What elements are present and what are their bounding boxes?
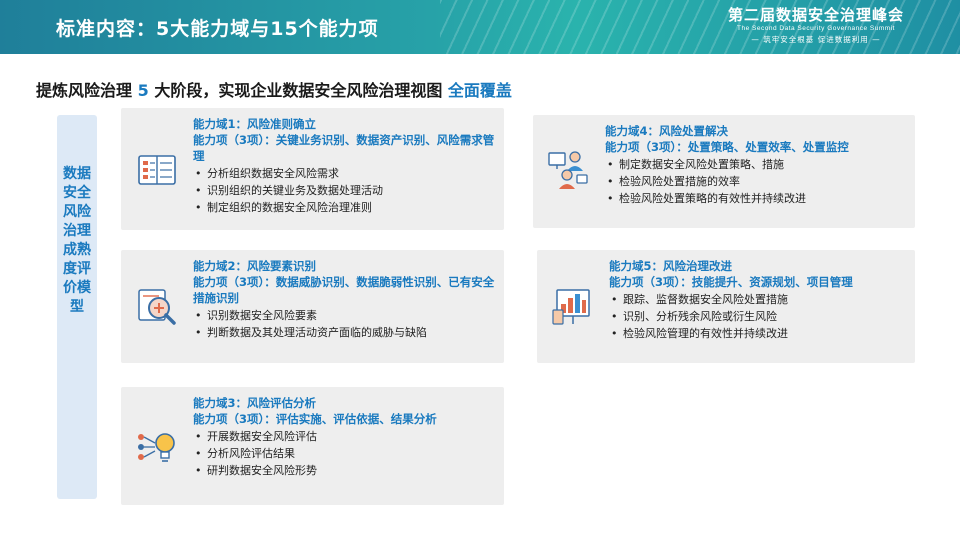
summit-logo: 第二届数据安全治理峰会 The Second Data Security Gov…: [716, 7, 916, 46]
bullet-item: 分析组织数据安全风险需求: [193, 165, 496, 182]
domain-content: 能力域2：风险要素识别 能力项（3项）：数据威胁识别、数据脆弱性识别、已有安全措…: [193, 258, 496, 341]
domain-bullets: 制定数据安全风险处置策略、措施 检验风险处置措施的效率 检验风险处置策略的有效性…: [605, 156, 907, 207]
domain-content: 能力域5：风险治理改进 能力项（3项）：技能提升、资源规划、项目管理 跟踪、监督…: [609, 258, 907, 342]
domain-title: 能力域3：风险评估分析: [193, 396, 317, 410]
summit-slogan: — 筑牢安全根基 促进数据利用 —: [751, 35, 881, 44]
lightbulb-icon: [138, 433, 175, 462]
domain-content: 能力域1：风险准则确立 能力项（3项）：关键业务识别、数据资产识别、风险需求管理…: [193, 116, 496, 216]
domain-title: 能力域2：风险要素识别: [193, 259, 317, 273]
domain-bullets: 开展数据安全风险评估 分析风险评估结果 研判数据安全风险形势: [193, 428, 496, 479]
domain-content: 能力域4：风险处置解决 能力项（3项）：处置策略、处置效率、处置监控 制定数据安…: [605, 123, 907, 207]
model-label: 数据安全风险治理成熟度评价模型: [63, 166, 91, 315]
domain-card-4: 能力域4：风险处置解决 能力项（3项）：处置策略、处置效率、处置监控 制定数据安…: [533, 115, 915, 228]
domain-bullets: 识别数据安全风险要素 判断数据及其处理活动资产面临的威胁与缺陷: [193, 307, 496, 341]
people-monitor-icon: [548, 151, 588, 189]
domain-items: 能力项（3项）：评估实施、评估依据、结果分析: [193, 412, 437, 426]
domain-bullets: 跟踪、监督数据安全风险处置措施 识别、分析残余风险或衍生风险 检验风险管理的有效…: [609, 291, 907, 342]
bullet-item: 判断数据及其处理活动资产面临的威胁与缺陷: [193, 324, 496, 341]
bullet-item: 识别数据安全风险要素: [193, 307, 496, 324]
bullet-item: 分析风险评估结果: [193, 445, 496, 462]
bullet-item: 研判数据安全风险形势: [193, 462, 496, 479]
page-title: 标准内容：5大能力域与15个能力项: [56, 18, 379, 40]
bullet-item: 检验风险处置策略的有效性并持续改进: [605, 190, 907, 207]
domain-bullets: 分析组织数据安全风险需求 识别组织的关键业务及数据处理活动 制定组织的数据安全风…: [193, 165, 496, 216]
bullet-item: 检验风险管理的有效性并持续改进: [609, 325, 907, 342]
summit-name: 第二届数据安全治理峰会: [727, 6, 904, 24]
model-label-panel: 数据安全风险治理成熟度评价模型: [57, 115, 97, 499]
bullet-item: 制定数据安全风险处置策略、措施: [605, 156, 907, 173]
domain-card-5: 能力域5：风险治理改进 能力项（3项）：技能提升、资源规划、项目管理 跟踪、监督…: [537, 250, 915, 363]
domain-items: 能力项（3项）：技能提升、资源规划、项目管理: [609, 275, 853, 289]
subtitle-highlight: 全面覆盖: [447, 81, 512, 100]
summit-name-en: The Second Data Security Governance Summ…: [737, 25, 895, 32]
domain-title: 能力域5：风险治理改进: [609, 259, 733, 273]
domain-items: 能力项（3项）：数据威胁识别、数据脆弱性识别、已有安全措施识别: [193, 275, 495, 305]
domain-card-3: 能力域3：风险评估分析 能力项（3项）：评估实施、评估依据、结果分析 开展数据安…: [121, 387, 504, 505]
domain-items: 能力项（3项）：处置策略、处置效率、处置监控: [605, 140, 849, 154]
bullet-item: 检验风险处置措施的效率: [605, 173, 907, 190]
bullet-item: 识别组织的关键业务及数据处理活动: [193, 182, 496, 199]
bullet-item: 跟踪、监督数据安全风险处置措施: [609, 291, 907, 308]
document-list-icon: [138, 155, 176, 185]
domain-title: 能力域1：风险准则确立: [193, 117, 317, 131]
domain-card-1: 能力域1：风险准则确立 能力项（3项）：关键业务识别、数据资产识别、风险需求管理…: [121, 108, 504, 230]
magnifier-icon: [138, 289, 176, 325]
bullet-item: 识别、分析残余风险或衍生风险: [609, 308, 907, 325]
subtitle-part1: 提炼风险治理: [36, 81, 133, 100]
subtitle-number: 5: [137, 81, 149, 100]
subtitle-part2: 大阶段，实现企业数据安全风险治理视图: [154, 81, 443, 100]
bullet-item: 制定组织的数据安全风险治理准则: [193, 199, 496, 216]
subtitle: 提炼风险治理 5 大阶段，实现企业数据安全风险治理视图 全面覆盖: [36, 77, 512, 101]
domain-card-2: 能力域2：风险要素识别 能力项（3项）：数据威胁识别、数据脆弱性识别、已有安全措…: [121, 250, 504, 363]
domain-items: 能力项（3项）：关键业务识别、数据资产识别、风险需求管理: [193, 133, 495, 163]
domain-title: 能力域4：风险处置解决: [605, 124, 729, 138]
chart-board-icon: [552, 289, 590, 325]
header-banner: 标准内容：5大能力域与15个能力项 第二届数据安全治理峰会 The Second…: [0, 0, 960, 54]
domain-content: 能力域3：风险评估分析 能力项（3项）：评估实施、评估依据、结果分析 开展数据安…: [193, 395, 496, 479]
bullet-item: 开展数据安全风险评估: [193, 428, 496, 445]
